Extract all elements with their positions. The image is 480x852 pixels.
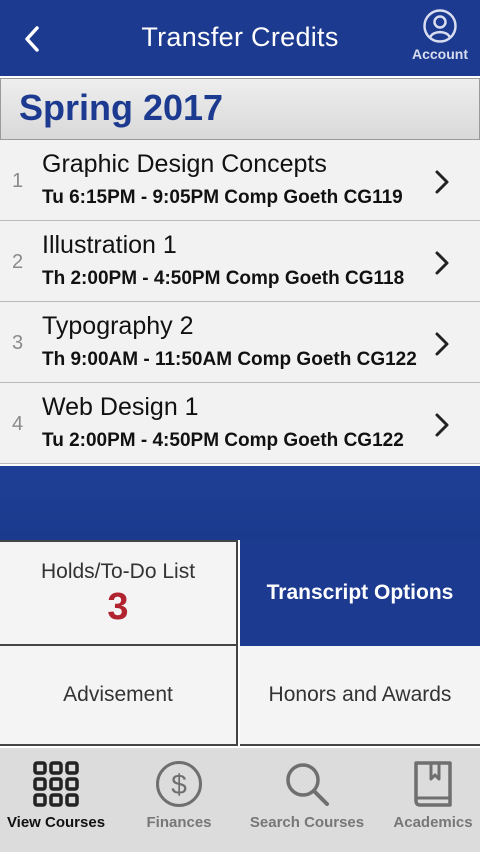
account-button[interactable]: Account xyxy=(406,8,474,62)
term-header: Spring 2017 xyxy=(0,78,480,140)
tab-finances[interactable]: $ Finances xyxy=(124,748,234,852)
course-name: Web Design 1 xyxy=(42,393,199,421)
holds-todo-tile[interactable]: Holds/To-Do List 3 xyxy=(0,540,238,646)
course-schedule: Th 2:00PM - 4:50PM Comp Goeth CG118 xyxy=(42,268,405,289)
term-label: Spring 2017 xyxy=(19,87,224,128)
course-row[interactable]: 3 Typography 2 Th 9:00AM - 11:50AM Comp … xyxy=(0,302,480,383)
dollar-icon: $ xyxy=(156,761,202,807)
course-number: 4 xyxy=(12,413,24,435)
course-schedule: Tu 2:00PM - 4:50PM Comp Goeth CG122 xyxy=(42,430,404,451)
course-list: 1 Graphic Design Concepts Tu 6:15PM - 9:… xyxy=(0,140,480,464)
chevron-right-icon xyxy=(435,251,449,275)
course-schedule: Tu 6:15PM - 9:05PM Comp Goeth CG119 xyxy=(42,187,403,208)
account-label: Account xyxy=(412,46,468,62)
course-name: Typography 2 xyxy=(42,312,194,340)
course-number: 1 xyxy=(12,170,24,192)
app-header: Transfer Credits Account xyxy=(0,0,480,76)
svg-text:$: $ xyxy=(171,769,187,800)
search-icon xyxy=(286,763,329,806)
honors-awards-tile[interactable]: Honors and Awards xyxy=(240,646,480,746)
tab-label: Academics xyxy=(393,814,473,831)
course-number: 3 xyxy=(12,332,24,354)
tab-academics[interactable]: Academics xyxy=(388,748,478,852)
course-name: Graphic Design Concepts xyxy=(42,150,327,178)
transcript-options-tile[interactable]: Transcript Options xyxy=(240,540,480,646)
tab-view-courses[interactable]: View Courses xyxy=(0,748,112,852)
account-icon xyxy=(423,9,457,43)
course-row[interactable]: 2 Illustration 1 Th 2:00PM - 4:50PM Comp… xyxy=(0,221,480,302)
course-row[interactable]: 4 Web Design 1 Tu 2:00PM - 4:50PM Comp G… xyxy=(0,383,480,464)
tab-label: Finances xyxy=(146,814,212,831)
chevron-right-icon xyxy=(435,332,449,356)
advisement-tile[interactable]: Advisement xyxy=(0,646,238,746)
course-name: Illustration 1 xyxy=(42,231,177,259)
holds-count: 3 xyxy=(107,586,129,628)
tab-search-courses[interactable]: Search Courses xyxy=(246,748,368,852)
chevron-right-icon xyxy=(435,413,449,437)
course-row[interactable]: 1 Graphic Design Concepts Tu 6:15PM - 9:… xyxy=(0,140,480,221)
tab-label: Search Courses xyxy=(249,814,365,831)
chevron-right-icon xyxy=(435,170,449,194)
grid-icon xyxy=(33,761,79,807)
course-number: 2 xyxy=(12,251,24,273)
tab-label: View Courses xyxy=(6,814,106,831)
book-icon xyxy=(414,761,452,807)
bottom-tab-bar: View Courses $ Finances Search Courses A… xyxy=(0,748,480,852)
holds-label: Holds/To-Do List xyxy=(40,560,196,583)
empty-blue-band xyxy=(0,466,480,540)
course-schedule: Th 9:00AM - 11:50AM Comp Goeth CG122 xyxy=(42,349,417,370)
